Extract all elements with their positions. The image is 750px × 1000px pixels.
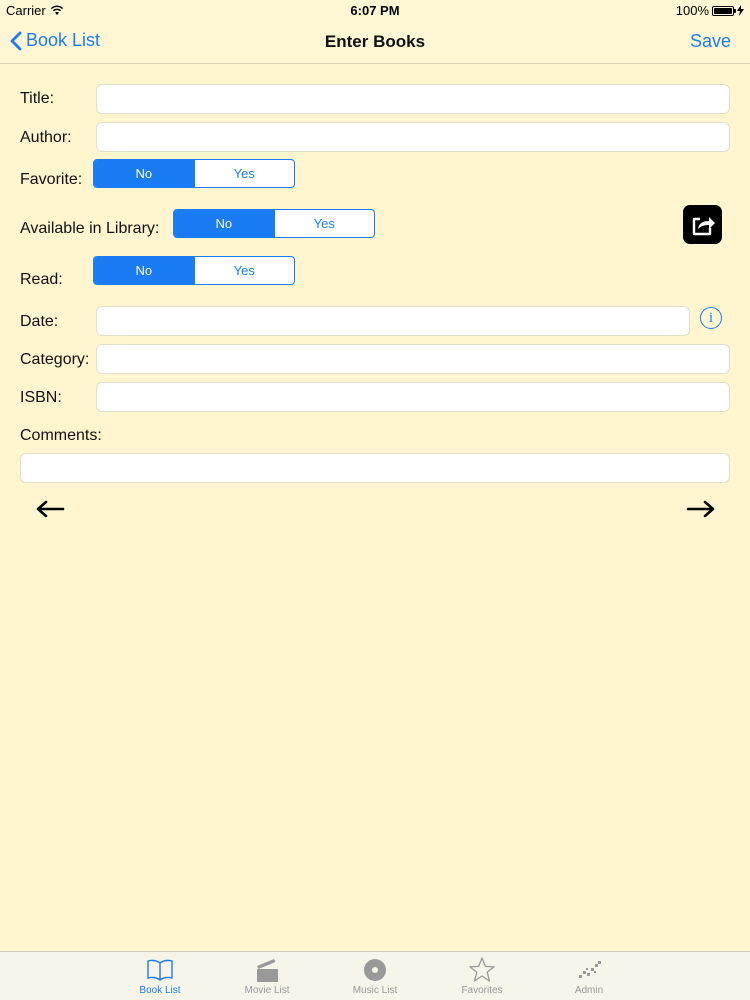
disc-icon (364, 959, 386, 981)
author-field[interactable] (96, 122, 730, 152)
favorite-segmented-control: No Yes (93, 159, 295, 188)
status-bar: Carrier 6:07 PM 100% (0, 0, 750, 22)
charging-icon (737, 5, 744, 16)
date-label: Date: (20, 313, 59, 330)
available-segmented-control: No Yes (173, 209, 375, 238)
share-icon (692, 216, 715, 235)
info-icon: i (708, 309, 714, 326)
read-option-yes[interactable]: Yes (193, 257, 295, 284)
share-button[interactable] (683, 205, 722, 244)
battery-percent: 100% (675, 3, 709, 18)
favorite-option-yes[interactable]: Yes (193, 160, 295, 187)
date-field[interactable] (96, 306, 690, 336)
read-segmented-control: No Yes (93, 256, 295, 285)
favorite-option-no[interactable]: No (94, 160, 194, 187)
comments-label: Comments: (20, 427, 102, 444)
tab-favorites[interactable]: Favorites (442, 956, 522, 996)
tab-movie-list[interactable]: Movie List (227, 956, 307, 996)
tab-music-list[interactable]: Music List (335, 956, 415, 996)
category-label: Category: (20, 351, 90, 368)
arrow-right-icon[interactable] (686, 496, 716, 522)
battery-indicator: 100% (676, 3, 744, 18)
read-label: Read: (20, 271, 63, 288)
save-button[interactable]: Save (690, 31, 731, 52)
clapperboard-icon (257, 959, 278, 982)
tab-admin[interactable]: Admin (549, 956, 629, 996)
tab-book-list[interactable]: Book List (120, 956, 200, 996)
available-option-yes[interactable]: Yes (273, 210, 375, 237)
author-label: Author: (20, 129, 72, 146)
tab-label: Book List (139, 985, 181, 996)
isbn-label: ISBN: (20, 389, 62, 406)
title-field[interactable] (96, 84, 730, 114)
read-option-no[interactable]: No (94, 257, 194, 284)
status-time: 6:07 PM (350, 3, 400, 18)
tab-label: Favorites (461, 985, 503, 996)
arrow-left-icon[interactable] (35, 496, 65, 522)
title-label: Title: (20, 90, 55, 107)
comments-field[interactable] (20, 453, 730, 483)
available-label: Available in Library: (20, 220, 160, 237)
available-option-no[interactable]: No (174, 210, 274, 237)
navigation-bar: Book List Enter Books Save (0, 22, 750, 64)
category-field[interactable] (96, 344, 730, 374)
page-title: Enter Books (324, 32, 426, 51)
favorite-label: Favorite: (20, 171, 83, 188)
battery-icon (712, 5, 736, 16)
tab-label: Movie List (244, 985, 290, 996)
tab-label: Music List (352, 985, 398, 996)
star-icon (469, 957, 495, 982)
book-icon (147, 959, 173, 981)
info-button[interactable]: i (700, 307, 722, 329)
tab-label: Admin (574, 985, 604, 996)
admin-icon (579, 961, 601, 978)
isbn-field[interactable] (96, 382, 730, 412)
tab-bar: Book List Movie List Music List Favorite… (0, 951, 750, 1000)
